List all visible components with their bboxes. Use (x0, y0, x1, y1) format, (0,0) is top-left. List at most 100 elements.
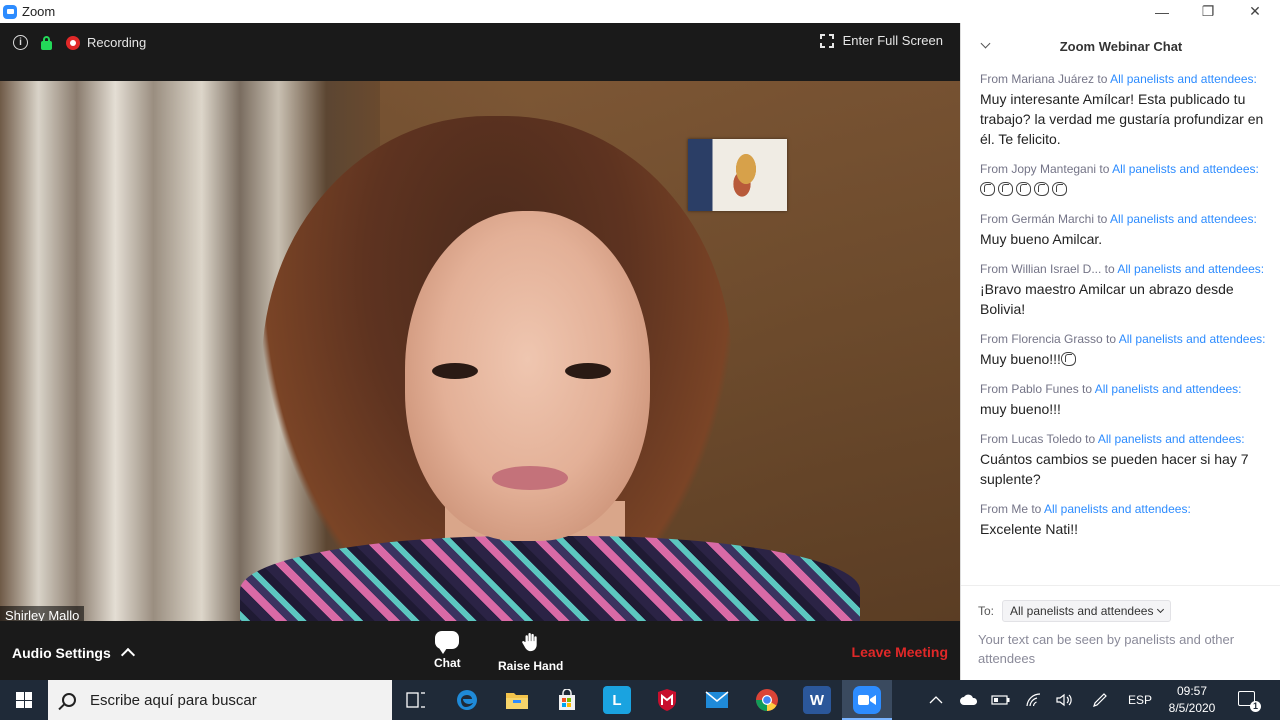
chat-message: From Me to All panelists and attendees: E… (980, 501, 1275, 539)
fullscreen-label: Enter Full Screen (842, 33, 943, 48)
task-view-icon[interactable] (402, 686, 430, 714)
message-body: Excelente Nati!! (980, 521, 1079, 537)
l-app-icon[interactable]: L (603, 686, 631, 714)
message-text: Cuántos cambios se pueden hacer si hay 7… (980, 449, 1275, 489)
recipient-link[interactable]: All panelists and attendees: (1110, 72, 1257, 86)
clapping-hands-icon (1052, 182, 1067, 196)
pen-icon[interactable] (1092, 680, 1108, 720)
sender-name: From Germán Marchi to (980, 212, 1111, 226)
minimize-button[interactable]: — (1139, 0, 1185, 23)
battery-icon[interactable] (991, 680, 1011, 720)
message-sender: From Mariana Juárez to All panelists and… (980, 71, 1275, 87)
message-text: ¡Bravo maestro Amilcar un abrazo desde B… (980, 279, 1275, 319)
show-hidden-icons[interactable] (929, 680, 943, 720)
raise-hand-button[interactable]: Raise Hand (498, 631, 563, 673)
volume-icon[interactable] (1056, 680, 1074, 720)
chat-input[interactable]: Your text can be seen by panelists and o… (978, 630, 1268, 668)
close-button[interactable]: ✕ (1232, 0, 1278, 23)
message-sender: From Florencia Grasso to All panelists a… (980, 331, 1275, 347)
message-sender: From Pablo Funes to All panelists and at… (980, 381, 1275, 397)
recipient-link[interactable]: All panelists and attendees: (1098, 432, 1245, 446)
store-icon[interactable] (553, 686, 581, 714)
clapping-hands-icon (998, 182, 1013, 196)
message-text: Muy bueno Amilcar. (980, 229, 1275, 249)
notification-count: 1 (1250, 701, 1261, 712)
recipient-link[interactable]: All panelists and attendees: (1095, 382, 1242, 396)
notification-center-icon[interactable]: 1 (1238, 691, 1261, 712)
sender-name: From Willian Israel D... to (980, 262, 1118, 276)
chat-message: From Mariana Juárez to All panelists and… (980, 71, 1275, 149)
sender-name: From Mariana Juárez to (980, 72, 1111, 86)
zoom-app-icon (3, 4, 17, 19)
chat-button[interactable]: Chat (434, 631, 461, 670)
chevron-down-icon[interactable] (980, 38, 991, 49)
message-sender: From Lucas Toledo to All panelists and a… (980, 431, 1275, 447)
audio-settings-button[interactable]: Audio Settings (12, 645, 135, 663)
recipient-link[interactable]: All panelists and attendees: (1117, 262, 1264, 276)
message-text (980, 179, 1275, 199)
message-text: Excelente Nati!! (980, 519, 1275, 539)
leave-meeting-button[interactable]: Leave Meeting (852, 644, 948, 660)
enter-full-screen-button[interactable]: Enter Full Screen (819, 33, 943, 48)
audio-settings-label: Audio Settings (12, 645, 111, 661)
file-explorer-icon[interactable] (503, 686, 531, 714)
wifi-icon[interactable] (1025, 680, 1043, 720)
chrome-icon[interactable] (753, 686, 781, 714)
clapping-hands-icon (1060, 352, 1076, 366)
search-icon (62, 693, 76, 707)
chevron-up-icon[interactable] (120, 647, 135, 663)
onedrive-icon[interactable] (959, 680, 979, 720)
clapping-hands-icon (1016, 182, 1031, 196)
language-indicator[interactable]: ESP (1128, 680, 1152, 720)
meeting-top-bar: i Recording Enter Full Screen (0, 23, 960, 81)
chat-footer: To: All panelists and attendees Your tex… (961, 585, 1280, 680)
system-clock[interactable]: 09:57 8/5/2020 (1165, 683, 1219, 717)
windows-taskbar: Escribe aquí para buscar L W ESP 09:57 8… (0, 680, 1280, 720)
recipient-link[interactable]: All panelists and attendees: (1119, 332, 1266, 346)
message-text: muy bueno!!! (980, 399, 1275, 419)
sender-name: From Jopy Mantegani to (980, 162, 1113, 176)
chat-message: From Germán Marchi to All panelists and … (980, 211, 1275, 249)
title-bar: Zoom — ❐ ✕ (0, 0, 1280, 23)
message-sender: From Me to All panelists and attendees: (980, 501, 1275, 517)
clapping-hands-icon (980, 182, 995, 196)
search-placeholder: Escribe aquí para buscar (90, 691, 257, 709)
mail-icon[interactable] (703, 686, 731, 714)
recipient-row: To: All panelists and attendees (978, 600, 1172, 622)
recipient-dropdown[interactable]: All panelists and attendees (1002, 600, 1172, 622)
recipient-link[interactable]: All panelists and attendees: (1112, 162, 1259, 176)
meeting-area: i Recording Enter Full Screen Shirley Ma… (0, 23, 960, 680)
message-body: Muy interesante Amílcar! Esta publicado … (980, 91, 1264, 147)
chat-message-list[interactable]: From Mariana Juárez to All panelists and… (980, 71, 1275, 551)
raise-hand-label: Raise Hand (498, 659, 564, 673)
sender-name: From Lucas Toledo to (980, 432, 1098, 446)
clapping-hands-icon (1034, 182, 1049, 196)
message-body: ¡Bravo maestro Amilcar un abrazo desde B… (980, 281, 1234, 317)
meeting-controls: Audio Settings Chat Raise Hand Leave Mee… (0, 621, 960, 680)
message-sender: From Willian Israel D... to All panelist… (980, 261, 1275, 277)
message-body: Muy bueno Amilcar. (980, 231, 1103, 247)
recording-label: Recording (87, 35, 147, 50)
word-icon[interactable]: W (803, 686, 831, 714)
zoom-icon[interactable] (853, 686, 881, 714)
recipient-link[interactable]: All panelists and attendees: (1044, 502, 1191, 516)
mcafee-icon[interactable] (653, 686, 681, 714)
hand-icon (521, 633, 537, 652)
maximize-button[interactable]: ❐ (1185, 0, 1231, 23)
lock-icon[interactable] (41, 36, 52, 50)
recipient-link[interactable]: All panelists and attendees: (1110, 212, 1257, 226)
participant-video (0, 81, 960, 621)
sender-name: From Pablo Funes to (980, 382, 1095, 396)
wall-poster (688, 139, 787, 211)
recipient-value: All panelists and attendees (1010, 604, 1154, 618)
message-body: muy bueno!!! (980, 401, 1061, 417)
edge-icon[interactable] (453, 686, 481, 714)
taskbar-search[interactable]: Escribe aquí para buscar (48, 680, 392, 720)
fullscreen-icon (819, 33, 834, 48)
start-button[interactable] (0, 680, 48, 720)
message-body: Cuántos cambios se pueden hacer si hay 7… (980, 451, 1249, 487)
window-title: Zoom (22, 4, 56, 19)
chat-message: From Pablo Funes to All panelists and at… (980, 381, 1275, 419)
chat-message: From Jopy Mantegani to All panelists and… (980, 161, 1275, 199)
info-icon[interactable]: i (13, 35, 28, 50)
